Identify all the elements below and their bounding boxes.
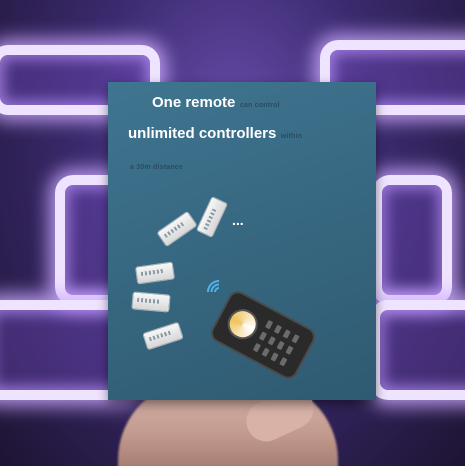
- headline-line-2: unlimited controllers within: [128, 125, 302, 143]
- headline-bold-2: unlimited controllers: [128, 125, 277, 142]
- controller-device-icon: [156, 210, 198, 248]
- controller-device-icon: [131, 291, 171, 313]
- remote-button: [261, 347, 270, 357]
- controller-device-icon: [195, 195, 229, 239]
- controller-device-icon: [134, 261, 176, 285]
- remote-control-icon: [207, 287, 319, 383]
- headline-bold-1: One remote: [152, 94, 236, 111]
- headline-small-2: within: [280, 133, 303, 140]
- remote-button: [270, 352, 279, 362]
- controller-device-icon: [142, 321, 184, 351]
- remote-button: [279, 356, 288, 367]
- remote-button: [285, 345, 294, 355]
- headline-line-1: One remote can control: [152, 94, 280, 112]
- remote-button: [264, 319, 274, 330]
- headline-small-1: can control: [239, 102, 280, 109]
- remote-button: [291, 334, 300, 344]
- remote-button: [267, 336, 276, 346]
- wifi-signal-icon: [207, 280, 220, 293]
- neon-frame-mid-right: [372, 175, 452, 305]
- ellipsis: ...: [232, 212, 244, 228]
- remote-button: [276, 340, 285, 351]
- headline-line-3: a 30m distance: [130, 156, 183, 174]
- neon-frame-bottom-right: [370, 300, 465, 400]
- product-card: One remote can control unlimited control…: [108, 82, 376, 400]
- headline-small-3: a 30m distance: [130, 164, 183, 171]
- remote-button: [258, 331, 268, 341]
- remote-dial: [222, 303, 263, 345]
- remote-button: [282, 329, 291, 339]
- remote-button: [273, 324, 282, 335]
- remote-button: [252, 342, 261, 353]
